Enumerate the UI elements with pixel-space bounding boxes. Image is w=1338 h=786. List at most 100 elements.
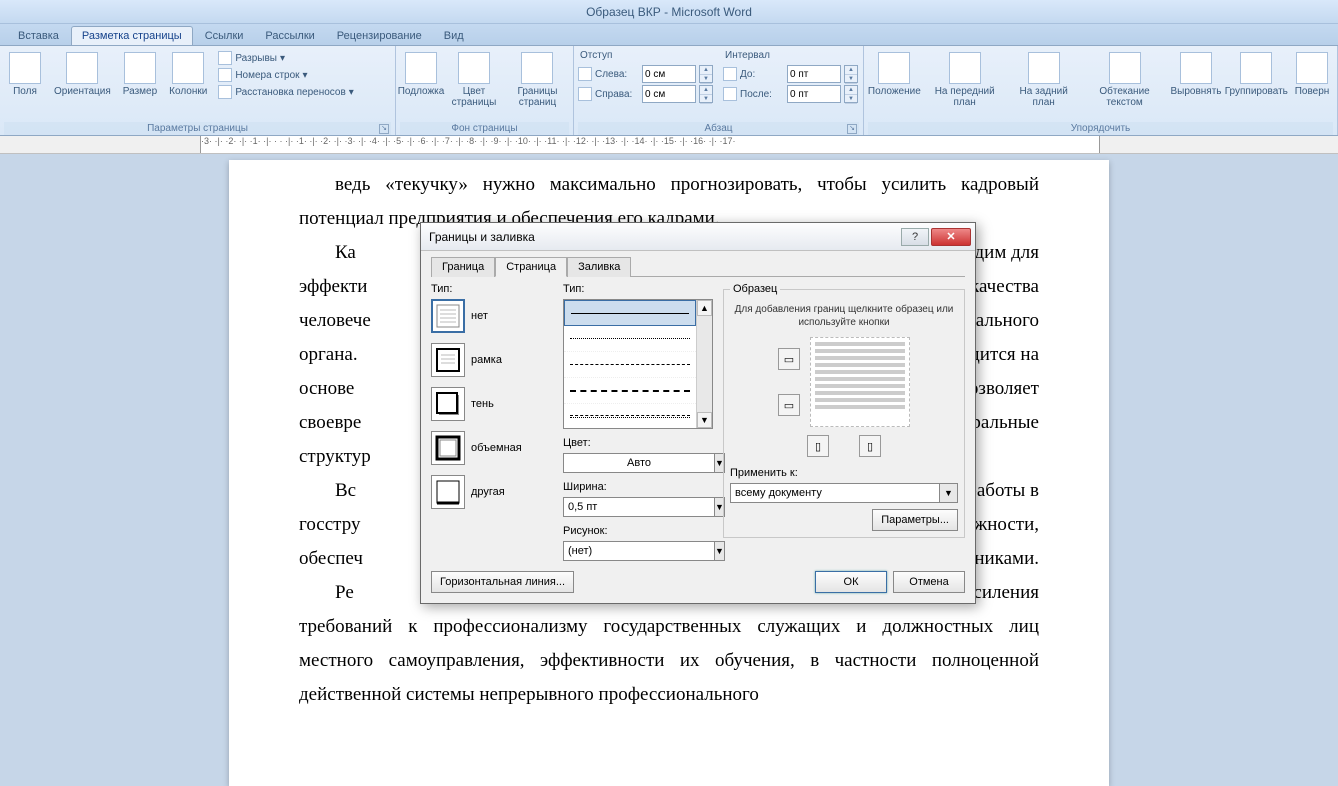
border-bottom-button[interactable]: ▭ <box>778 394 800 416</box>
dialog-tab-page[interactable]: Страница <box>495 257 567 277</box>
indent-left-icon <box>578 67 592 81</box>
cancel-button[interactable]: Отмена <box>893 571 965 593</box>
window-title: Образец ВКР - Microsoft Word <box>586 5 752 19</box>
page-color-button[interactable]: Цвет страницы <box>446 50 502 110</box>
ribbon: Поля Ориентация Размер Колонки Разрывы ▾… <box>0 46 1338 136</box>
group-button[interactable]: Группировать <box>1226 50 1287 99</box>
setting-custom-icon <box>431 475 465 509</box>
setting-box[interactable]: рамка <box>431 343 553 377</box>
preview-page[interactable] <box>810 337 910 427</box>
align-icon <box>1180 52 1212 84</box>
text-wrap-button[interactable]: Обтекание текстом <box>1083 50 1167 110</box>
horizontal-line-button[interactable]: Горизонтальная линия... <box>431 571 574 593</box>
color-label: Цвет: <box>563 437 713 449</box>
group-arrange-label: Упорядочить <box>868 122 1333 135</box>
indent-right-input[interactable] <box>642 85 696 103</box>
tab-mailings[interactable]: Рассылки <box>255 27 324 45</box>
preview-legend: Образец <box>730 283 780 295</box>
border-art-combo[interactable]: ▼ <box>563 541 713 561</box>
hyphenation-button[interactable]: Расстановка переносов ▾ <box>215 84 356 100</box>
rotate-icon <box>1296 52 1328 84</box>
options-button[interactable]: Параметры... <box>872 509 958 531</box>
apply-to-combo[interactable]: ▼ <box>730 483 958 503</box>
style-list-scrollbar[interactable]: ▲▼ <box>696 300 712 428</box>
indent-right-spinner[interactable]: ▲▼ <box>699 85 713 103</box>
spacing-before-input[interactable] <box>787 65 841 83</box>
setting-shadow[interactable]: тень <box>431 387 553 421</box>
width-label: Ширина: <box>563 481 713 493</box>
style-option[interactable] <box>564 378 696 404</box>
bring-front-icon <box>949 52 981 84</box>
dialog-help-button[interactable]: ? <box>901 228 929 246</box>
setting-3d-icon <box>431 431 465 465</box>
style-solid[interactable] <box>564 300 696 326</box>
orientation-icon <box>66 52 98 84</box>
spacing-after-input[interactable] <box>787 85 841 103</box>
spacing-after-spinner[interactable]: ▲▼ <box>844 85 858 103</box>
size-button[interactable]: Размер <box>119 50 161 99</box>
page-setup-launcher[interactable]: ↘ <box>379 124 389 134</box>
group-page-bg-label: Фон страницы <box>400 122 569 135</box>
position-button[interactable]: Положение <box>868 50 921 99</box>
send-back-icon <box>1028 52 1060 84</box>
indent-heading: Отступ <box>578 50 713 63</box>
style-option[interactable] <box>564 404 696 428</box>
tab-insert[interactable]: Вставка <box>8 27 69 45</box>
spacing-before-spinner[interactable]: ▲▼ <box>844 65 858 83</box>
style-option[interactable] <box>564 352 696 378</box>
indent-left-input[interactable] <box>642 65 696 83</box>
group-page-setup: Поля Ориентация Размер Колонки Разрывы ▾… <box>0 46 396 135</box>
border-left-button[interactable]: ▯ <box>807 435 829 457</box>
paragraph-launcher[interactable]: ↘ <box>847 124 857 134</box>
text-wrap-icon <box>1109 52 1141 84</box>
dialog-title: Границы и заливка <box>429 230 899 244</box>
dialog-titlebar[interactable]: Границы и заливка ? ✕ <box>421 223 975 251</box>
setting-3d[interactable]: объемная <box>431 431 553 465</box>
tab-view[interactable]: Вид <box>434 27 474 45</box>
setting-none[interactable]: нет <box>431 299 553 333</box>
tab-review[interactable]: Рецензирование <box>327 27 432 45</box>
send-back-button[interactable]: На задний план <box>1009 50 1079 110</box>
setting-custom[interactable]: другая <box>431 475 553 509</box>
setting-shadow-icon <box>431 387 465 421</box>
spacing-after-icon <box>723 87 737 101</box>
horizontal-ruler[interactable]: ·3· ·|· ·2· ·|· ·1· ·|· · · ·|· ·1· ·|· … <box>0 136 1338 154</box>
breaks-button[interactable]: Разрывы ▾ <box>215 50 356 66</box>
dialog-tab-shading[interactable]: Заливка <box>567 257 631 277</box>
breaks-icon <box>218 51 232 65</box>
indent-left-spinner[interactable]: ▲▼ <box>699 65 713 83</box>
doc-paragraph[interactable]: требований к профессионализму государств… <box>299 610 1039 712</box>
line-numbers-button[interactable]: Номера строк ▾ <box>215 67 356 83</box>
page-borders-icon <box>521 52 553 84</box>
hyphenation-icon <box>218 85 232 99</box>
tab-page-layout[interactable]: Разметка страницы <box>71 26 193 45</box>
size-icon <box>124 52 156 84</box>
page-borders-button[interactable]: Границы страниц <box>506 50 569 110</box>
border-right-button[interactable]: ▯ <box>859 435 881 457</box>
group-paragraph: Отступ Слева:▲▼ Справа:▲▼ Интервал До:▲▼… <box>574 46 864 135</box>
preview-fieldset: Образец Для добавления границ щелкните о… <box>723 283 965 538</box>
bring-front-button[interactable]: На передний план <box>925 50 1005 110</box>
rotate-button[interactable]: Поверн <box>1291 50 1333 99</box>
group-page-background: Подложка Цвет страницы Границы страниц Ф… <box>396 46 574 135</box>
tab-references[interactable]: Ссылки <box>195 27 254 45</box>
setting-type-label: Тип: <box>431 283 553 295</box>
ok-button[interactable]: ОК <box>815 571 887 593</box>
border-color-combo[interactable]: ▼ <box>563 453 713 473</box>
watermark-button[interactable]: Подложка <box>400 50 442 99</box>
style-option[interactable] <box>564 326 696 352</box>
orientation-button[interactable]: Ориентация <box>50 50 115 99</box>
dialog-tab-border[interactable]: Граница <box>431 257 495 277</box>
watermark-icon <box>405 52 437 84</box>
line-numbers-icon <box>218 68 232 82</box>
spacing-heading: Интервал <box>723 50 858 63</box>
border-top-button[interactable]: ▭ <box>778 348 800 370</box>
group-paragraph-label: Абзац <box>704 123 732 134</box>
border-style-list[interactable]: ▲▼ <box>563 299 713 429</box>
columns-button[interactable]: Колонки <box>165 50 211 99</box>
margins-button[interactable]: Поля <box>4 50 46 99</box>
chevron-down-icon[interactable]: ▼ <box>940 483 958 503</box>
align-button[interactable]: Выровнять <box>1170 50 1221 99</box>
dialog-close-button[interactable]: ✕ <box>931 228 971 246</box>
border-width-combo[interactable]: ▼ <box>563 497 713 517</box>
